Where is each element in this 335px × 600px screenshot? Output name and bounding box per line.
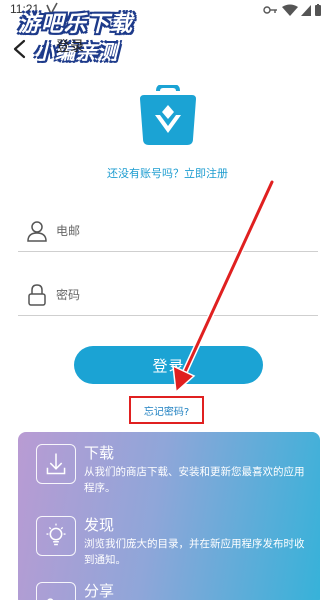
- feature-description: 从我们的商店下载、安装和更新您最喜欢的应用程序。: [84, 466, 305, 494]
- forgot-password-highlight: 忘记密码?: [129, 396, 204, 424]
- lock-icon: [28, 284, 46, 306]
- email-field[interactable]: [18, 212, 318, 252]
- back-arrow-icon[interactable]: [10, 38, 30, 60]
- system-status-icons: [263, 4, 321, 16]
- feature-card: 下载 从我们的商店下载、安装和更新您最喜欢的应用程序。 发现 浏览我们庞大的目录…: [18, 432, 320, 600]
- forgot-password-link[interactable]: 忘记密码?: [131, 403, 202, 418]
- feature-title: 下载: [84, 444, 115, 462]
- download-icon: [36, 444, 76, 484]
- app-logo-icon: [140, 85, 196, 145]
- watermark: 游吧乐下载 小编亲测: [18, 6, 150, 64]
- signal-icon: [301, 5, 311, 16]
- email-input[interactable]: [56, 218, 306, 244]
- user-icon: [27, 221, 47, 242]
- password-field[interactable]: [18, 276, 318, 316]
- battery-icon: [315, 4, 321, 16]
- password-input[interactable]: [56, 282, 306, 308]
- feature-title: 分享: [84, 582, 115, 600]
- share-icon: [36, 582, 76, 600]
- wifi-icon: [282, 4, 298, 16]
- register-link[interactable]: 还没有账号吗？立即注册: [0, 165, 335, 181]
- login-button[interactable]: 登录: [74, 346, 263, 384]
- key-icon: [263, 6, 277, 14]
- feature-title: 发现: [84, 516, 115, 534]
- lightbulb-icon: [36, 516, 76, 556]
- feature-description: 浏览我们庞大的目录，并在新应用程序发布时收到通知。: [84, 538, 305, 566]
- page-title: 登录: [56, 39, 84, 55]
- watermark-line1: 游吧乐下载: [18, 12, 134, 37]
